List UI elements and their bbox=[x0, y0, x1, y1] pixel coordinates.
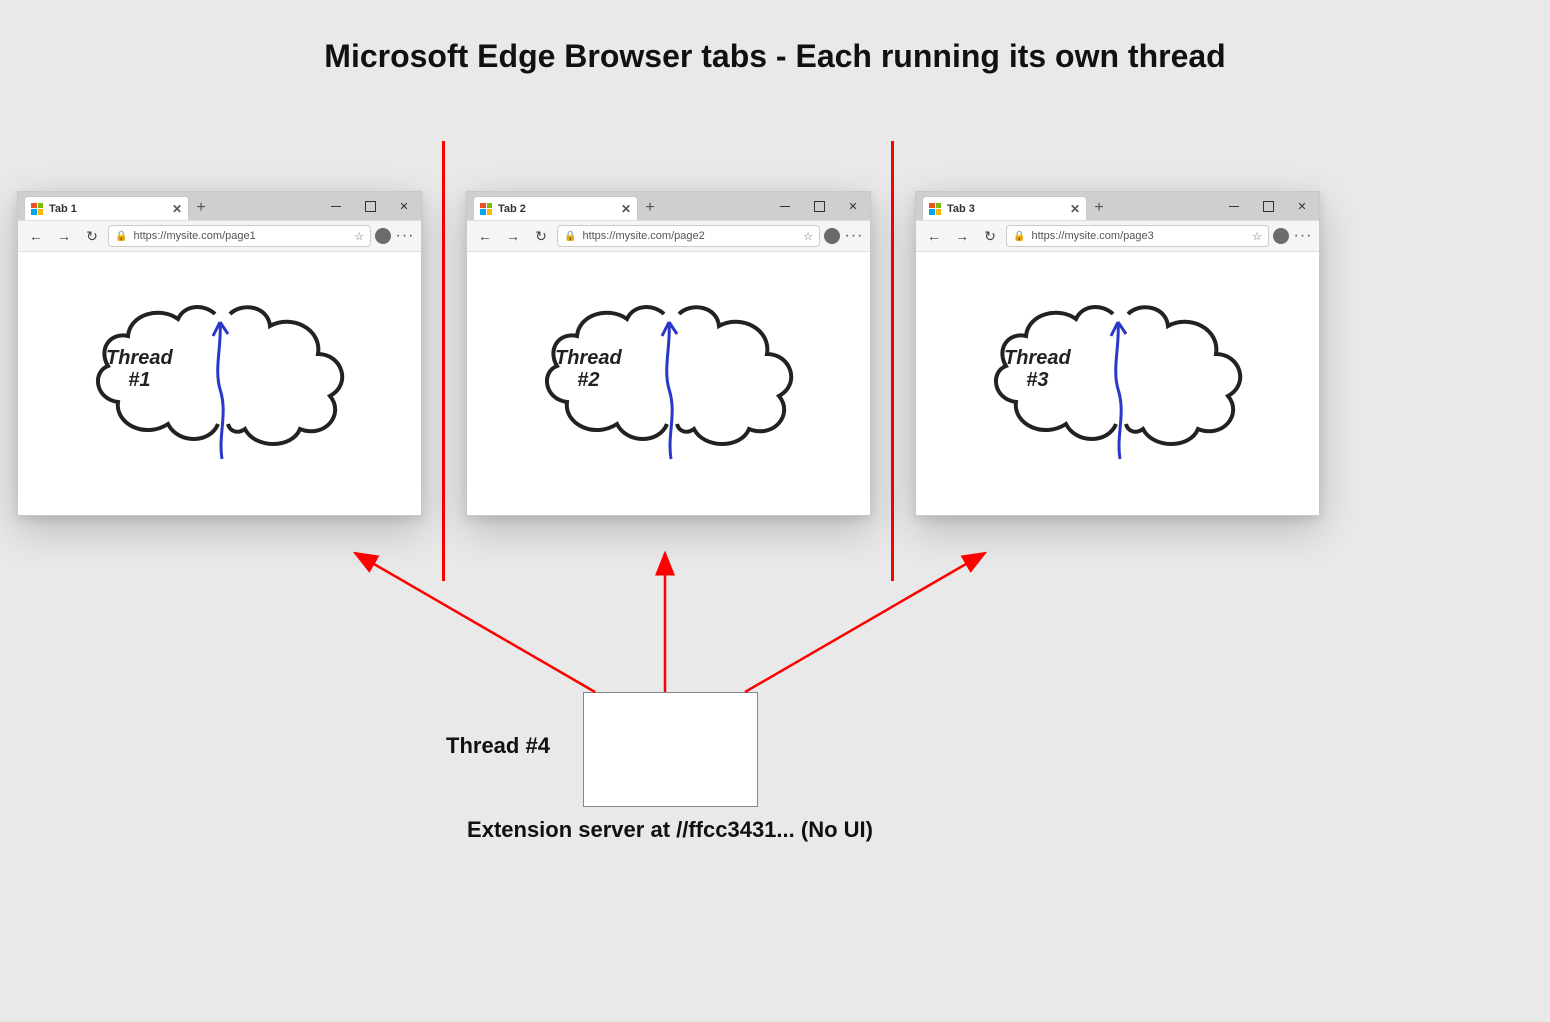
window-minimize-button[interactable] bbox=[1217, 192, 1251, 220]
lock-icon: 🔒 bbox=[564, 231, 576, 242]
thread-label-line2: #1 bbox=[128, 369, 150, 391]
favicon-icon bbox=[31, 203, 43, 215]
refresh-button[interactable]: ↻ bbox=[529, 224, 553, 248]
profile-avatar[interactable] bbox=[375, 228, 391, 244]
more-menu-button[interactable]: ··· bbox=[1293, 227, 1313, 245]
tab-label: Tab 3 bbox=[947, 203, 1064, 215]
more-menu-button[interactable]: ··· bbox=[395, 227, 415, 245]
toolbar: ← → ↻ 🔒 https://mysite.com/page1 ☆ ··· bbox=[18, 220, 421, 252]
toolbar: ← → ↻ 🔒 https://mysite.com/page3 ☆ ··· bbox=[916, 220, 1319, 252]
browser-window-2: Tab 2 ✕ + ✕ ← → ↻ 🔒 https://mysite.com/p… bbox=[466, 191, 871, 516]
page-content: Thread #1 bbox=[18, 252, 421, 515]
tab[interactable]: Tab 3 ✕ bbox=[922, 196, 1087, 220]
window-maximize-button[interactable] bbox=[1251, 192, 1285, 220]
extension-server-box bbox=[583, 692, 758, 807]
titlebar: Tab 2 ✕ + ✕ bbox=[467, 192, 870, 220]
address-bar[interactable]: 🔒 https://mysite.com/page1 ☆ bbox=[108, 225, 371, 247]
divider-right bbox=[891, 141, 894, 581]
page-content: Thread #2 bbox=[467, 252, 870, 515]
forward-button[interactable]: → bbox=[52, 224, 76, 248]
lock-icon: 🔒 bbox=[115, 231, 127, 242]
window-minimize-button[interactable] bbox=[768, 192, 802, 220]
window-maximize-button[interactable] bbox=[353, 192, 387, 220]
browser-window-1: Tab 1 ✕ + ✕ ← → ↻ 🔒 https://mysite.com/p… bbox=[17, 191, 422, 516]
thread-label-line2: #3 bbox=[1026, 369, 1048, 391]
forward-button[interactable]: → bbox=[501, 224, 525, 248]
tab-close-icon[interactable]: ✕ bbox=[1070, 202, 1080, 216]
favicon-icon bbox=[929, 203, 941, 215]
window-minimize-button[interactable] bbox=[319, 192, 353, 220]
favicon-icon bbox=[480, 203, 492, 215]
window-close-button[interactable]: ✕ bbox=[1285, 192, 1319, 220]
extension-caption: Extension server at //ffcc3431... (No UI… bbox=[410, 817, 930, 843]
url-text: https://mysite.com/page1 bbox=[133, 230, 348, 242]
refresh-button[interactable]: ↻ bbox=[80, 224, 104, 248]
page-content: Thread #3 bbox=[916, 252, 1319, 515]
more-menu-button[interactable]: ··· bbox=[844, 227, 864, 245]
back-button[interactable]: ← bbox=[473, 224, 497, 248]
divider-left bbox=[442, 141, 445, 581]
url-text: https://mysite.com/page3 bbox=[1031, 230, 1246, 242]
lock-icon: 🔒 bbox=[1013, 231, 1025, 242]
profile-avatar[interactable] bbox=[1273, 228, 1289, 244]
window-close-button[interactable]: ✕ bbox=[836, 192, 870, 220]
url-text: https://mysite.com/page2 bbox=[582, 230, 797, 242]
thread-label-line2: #2 bbox=[577, 369, 599, 391]
profile-avatar[interactable] bbox=[824, 228, 840, 244]
refresh-button[interactable]: ↻ bbox=[978, 224, 1002, 248]
titlebar: Tab 3 ✕ + ✕ bbox=[916, 192, 1319, 220]
favorite-icon[interactable]: ☆ bbox=[1252, 230, 1262, 243]
forward-button[interactable]: → bbox=[950, 224, 974, 248]
thread-label-line1: Thread bbox=[555, 347, 622, 369]
favorite-icon[interactable]: ☆ bbox=[803, 230, 813, 243]
new-tab-button[interactable]: + bbox=[638, 196, 662, 220]
tab[interactable]: Tab 2 ✕ bbox=[473, 196, 638, 220]
favorite-icon[interactable]: ☆ bbox=[354, 230, 364, 243]
browser-window-3: Tab 3 ✕ + ✕ ← → ↻ 🔒 https://mysite.com/p… bbox=[915, 191, 1320, 516]
new-tab-button[interactable]: + bbox=[189, 196, 213, 220]
tab-label: Tab 1 bbox=[49, 203, 166, 215]
new-tab-button[interactable]: + bbox=[1087, 196, 1111, 220]
titlebar: Tab 1 ✕ + ✕ bbox=[18, 192, 421, 220]
tab-close-icon[interactable]: ✕ bbox=[621, 202, 631, 216]
address-bar[interactable]: 🔒 https://mysite.com/page3 ☆ bbox=[1006, 225, 1269, 247]
address-bar[interactable]: 🔒 https://mysite.com/page2 ☆ bbox=[557, 225, 820, 247]
extension-thread-label: Thread #4 bbox=[446, 733, 550, 759]
window-close-button[interactable]: ✕ bbox=[387, 192, 421, 220]
diagram-title: Microsoft Edge Browser tabs - Each runni… bbox=[0, 38, 1550, 75]
back-button[interactable]: ← bbox=[24, 224, 48, 248]
tab-close-icon[interactable]: ✕ bbox=[172, 202, 182, 216]
tab[interactable]: Tab 1 ✕ bbox=[24, 196, 189, 220]
window-maximize-button[interactable] bbox=[802, 192, 836, 220]
back-button[interactable]: ← bbox=[922, 224, 946, 248]
tab-label: Tab 2 bbox=[498, 203, 615, 215]
thread-label-line1: Thread bbox=[106, 347, 173, 369]
thread-label-line1: Thread bbox=[1004, 347, 1071, 369]
toolbar: ← → ↻ 🔒 https://mysite.com/page2 ☆ ··· bbox=[467, 220, 870, 252]
